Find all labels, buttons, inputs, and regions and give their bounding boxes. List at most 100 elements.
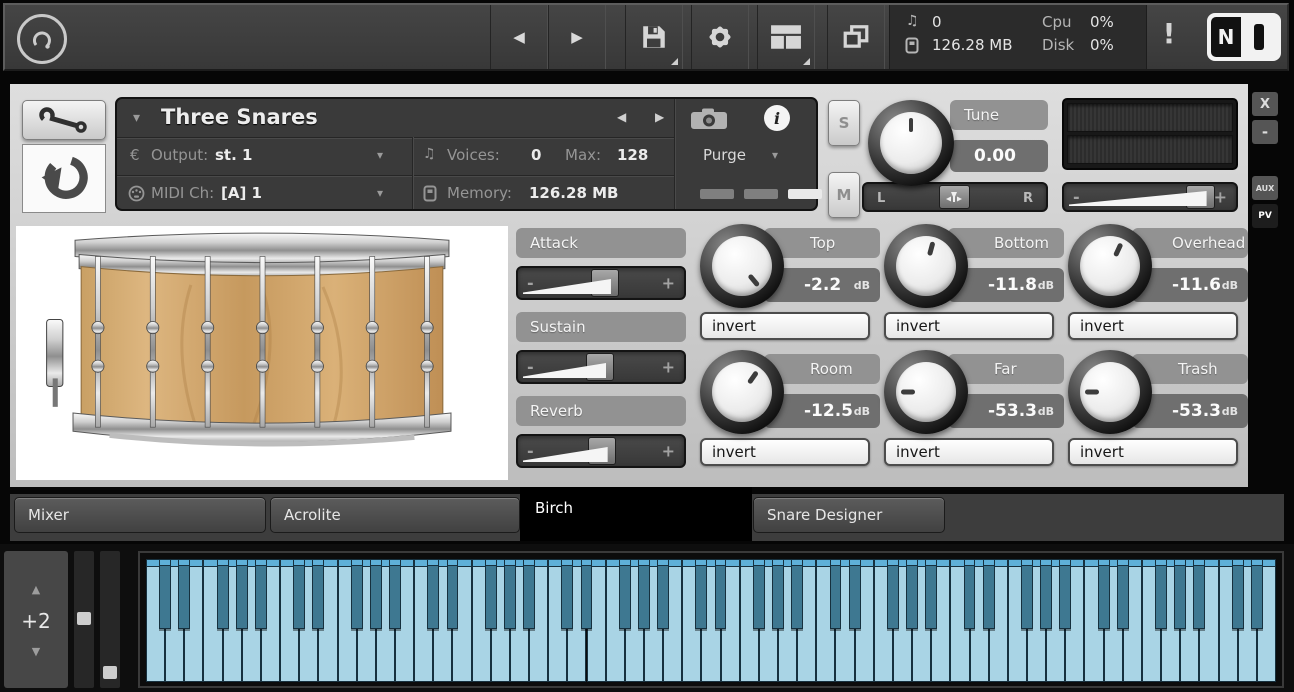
- piano-black-key[interactable]: [618, 559, 631, 630]
- piano-black-key[interactable]: [389, 559, 401, 630]
- invert-button-far[interactable]: invert: [884, 438, 1054, 466]
- piano-black-key[interactable]: [906, 559, 919, 630]
- mute-button[interactable]: M: [828, 172, 860, 218]
- save-button[interactable]: [625, 5, 683, 69]
- piano-black-key[interactable]: [695, 559, 708, 630]
- mic-knob[interactable]: [700, 350, 784, 434]
- snapshot-camera-icon[interactable]: [689, 107, 729, 131]
- tab-mixer[interactable]: Mixer: [14, 497, 266, 533]
- window-mode-button[interactable]: [827, 5, 885, 69]
- midi-dropdown-icon[interactable]: ▾: [377, 186, 383, 200]
- piano-black-key[interactable]: [293, 559, 306, 630]
- reverb-slider[interactable]: - +: [516, 434, 686, 468]
- tune-value: 0.00: [950, 140, 1048, 172]
- piano-black-key[interactable]: [523, 559, 535, 630]
- keyboard-scrollbar-1-handle[interactable]: [77, 612, 91, 625]
- back-button[interactable]: ◀: [490, 5, 548, 69]
- volume-slider[interactable]: - +: [1062, 182, 1238, 212]
- piano-black-key[interactable]: [714, 559, 727, 630]
- purge-label[interactable]: Purge: [703, 146, 746, 164]
- solo-button[interactable]: S: [828, 100, 860, 146]
- purge-dropdown-icon[interactable]: ▾: [772, 148, 778, 162]
- piano-black-key[interactable]: [829, 559, 842, 630]
- piano-black-key[interactable]: [369, 559, 382, 630]
- piano-black-key[interactable]: [561, 559, 574, 630]
- piano-black-key[interactable]: [657, 559, 670, 630]
- piano-black-key[interactable]: [235, 559, 248, 630]
- piano-black-key[interactable]: [1021, 559, 1033, 630]
- edit-instrument-button[interactable]: [22, 100, 106, 140]
- invert-button-trash[interactable]: invert: [1068, 438, 1238, 466]
- pan-slider[interactable]: L R: [862, 182, 1048, 212]
- piano-black-key[interactable]: [638, 559, 650, 630]
- next-instrument-icon[interactable]: ▶: [655, 110, 664, 124]
- output-dropdown-icon[interactable]: ▾: [377, 148, 383, 162]
- forward-button[interactable]: ▶: [548, 5, 606, 69]
- piano-black-key[interactable]: [772, 559, 784, 630]
- piano-black-key[interactable]: [982, 559, 995, 630]
- close-instrument-button[interactable]: X: [1252, 92, 1278, 116]
- output-value[interactable]: st. 1: [215, 146, 252, 164]
- invert-button-bottom[interactable]: invert: [884, 312, 1054, 340]
- piano-black-key[interactable]: [312, 559, 325, 630]
- piano-black-key[interactable]: [1174, 559, 1187, 630]
- piano-black-key[interactable]: [752, 559, 765, 630]
- view-layout-button[interactable]: [757, 5, 815, 69]
- transpose-up-icon[interactable]: ▲: [4, 583, 68, 596]
- piano-black-key[interactable]: [216, 559, 229, 630]
- piano-black-key[interactable]: [1193, 559, 1206, 630]
- max-value[interactable]: 128: [617, 146, 648, 164]
- piano-black-key[interactable]: [1116, 559, 1129, 630]
- mic-knob[interactable]: [700, 224, 784, 308]
- pv-button[interactable]: PV: [1252, 204, 1278, 228]
- midi-value[interactable]: [A] 1: [221, 184, 262, 202]
- piano-black-key[interactable]: [580, 559, 593, 630]
- piano-black-key[interactable]: [925, 559, 938, 630]
- tab-snare-designer[interactable]: Snare Designer: [753, 497, 945, 533]
- piano-black-key[interactable]: [1059, 559, 1072, 630]
- piano-black-key[interactable]: [887, 559, 899, 630]
- piano-black-key[interactable]: [484, 559, 497, 630]
- alert-icon[interactable]: !: [1157, 17, 1181, 50]
- piano-black-key[interactable]: [178, 559, 191, 630]
- info-icon[interactable]: i: [764, 105, 790, 131]
- piano-black-key[interactable]: [254, 559, 267, 630]
- keyboard-scrollbar-2[interactable]: [100, 551, 120, 688]
- prev-instrument-icon[interactable]: ◀: [617, 110, 626, 124]
- transpose-down-icon[interactable]: ▼: [4, 645, 68, 658]
- instrument-icon-button[interactable]: [22, 144, 106, 213]
- piano-black-key[interactable]: [1231, 559, 1244, 630]
- attack-slider[interactable]: - +: [516, 266, 686, 300]
- piano-black-key[interactable]: [350, 559, 363, 630]
- invert-button-overhead[interactable]: invert: [1068, 312, 1238, 340]
- piano-black-key[interactable]: [446, 559, 459, 630]
- piano-black-key[interactable]: [1040, 559, 1053, 630]
- aux-button[interactable]: AUX: [1252, 176, 1278, 200]
- keyboard-scrollbar-2-handle[interactable]: [103, 666, 117, 679]
- piano-black-key[interactable]: [1097, 559, 1110, 630]
- mic-knob[interactable]: [884, 224, 968, 308]
- piano-black-key[interactable]: [1155, 559, 1167, 630]
- keyboard-scrollbar-1[interactable]: [74, 551, 94, 688]
- tab-birch[interactable]: Birch: [520, 487, 752, 541]
- minimize-instrument-button[interactable]: -: [1252, 120, 1278, 144]
- piano-black-key[interactable]: [1250, 559, 1263, 630]
- mic-knob[interactable]: [1068, 350, 1152, 434]
- invert-button-top[interactable]: invert: [700, 312, 870, 340]
- mic-knob[interactable]: [884, 350, 968, 434]
- tab-acrolite[interactable]: Acrolite: [270, 497, 520, 533]
- instrument-collapse-icon[interactable]: ▾: [133, 110, 140, 126]
- piano-black-key[interactable]: [427, 559, 440, 630]
- tune-knob[interactable]: [868, 100, 954, 186]
- piano-black-key[interactable]: [963, 559, 976, 630]
- mic-knob[interactable]: [1068, 224, 1152, 308]
- sustain-slider[interactable]: - +: [516, 350, 686, 384]
- piano-black-key[interactable]: [848, 559, 861, 630]
- kontakt-logo-icon[interactable]: [17, 14, 67, 64]
- pan-slider-handle[interactable]: [938, 185, 970, 209]
- piano-black-key[interactable]: [503, 559, 516, 630]
- invert-button-room[interactable]: invert: [700, 438, 870, 466]
- options-button[interactable]: [691, 5, 749, 69]
- piano-black-key[interactable]: [159, 559, 172, 630]
- piano-black-key[interactable]: [791, 559, 804, 630]
